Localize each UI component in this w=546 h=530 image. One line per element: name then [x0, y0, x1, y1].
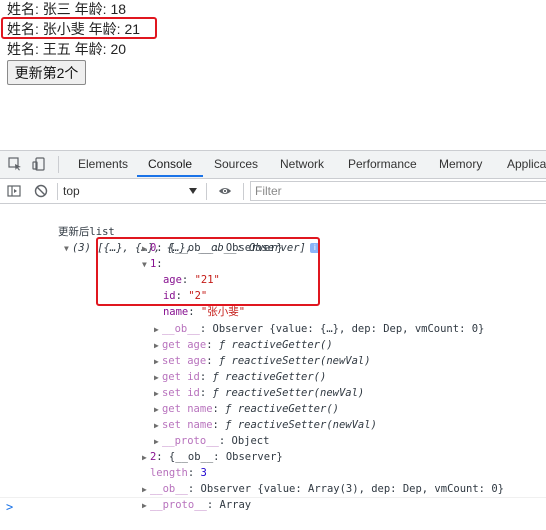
- setter-age[interactable]: ▶ set age: ƒ reactiveSetter(newVal): [116, 337, 371, 367]
- array-length: length: 3: [149, 467, 207, 479]
- eye-icon[interactable]: [218, 184, 232, 198]
- toolbar-divider-2: [206, 183, 207, 200]
- tab-sources[interactable]: Sources: [214, 151, 258, 178]
- console-prompt-line[interactable]: >: [0, 497, 546, 518]
- active-tab-indicator: [137, 175, 203, 177]
- array-ob[interactable]: ▶ __ob__: Observer {value: Array(3), dep:…: [104, 465, 504, 495]
- array-proto[interactable]: ▶ __proto__: Array: [104, 481, 251, 511]
- person-row-1: 姓名: 张三 年龄: 18: [7, 1, 127, 17]
- array-item-2[interactable]: ▶ 2: {__ob__: Observer}: [104, 433, 283, 463]
- tab-console[interactable]: Console: [148, 151, 192, 178]
- setter-name[interactable]: ▶ set name: ƒ reactiveSetter(newVal): [116, 401, 377, 431]
- getter-age[interactable]: ▶ get age: ƒ reactiveGetter(): [116, 321, 333, 351]
- tab-network[interactable]: Network: [280, 151, 324, 178]
- toolbar-divider-3: [243, 183, 244, 200]
- tab-application[interactable]: Applica: [507, 151, 546, 178]
- context-select[interactable]: top: [63, 179, 203, 203]
- highlight-box-person: [1, 17, 157, 39]
- prop-proto-object[interactable]: ▶ __proto__: Object: [116, 417, 270, 447]
- setter-id[interactable]: ▶ set id: ƒ reactiveSetter(newVal): [116, 369, 364, 399]
- devtools-panel: Elements Console Sources Network Perform…: [0, 150, 546, 517]
- console-toolbar: top: [0, 179, 546, 204]
- device-toolbar-icon[interactable]: [32, 157, 46, 171]
- getter-id[interactable]: ▶ get id: ƒ reactiveGetter(): [116, 353, 326, 383]
- tab-memory[interactable]: Memory: [439, 151, 482, 178]
- page-area: 姓名: 张三 年龄: 18 姓名: 张小斐 年龄: 21 姓名: 王五 年龄: …: [0, 0, 546, 150]
- collapse-triangle-icon[interactable]: ▼: [64, 241, 72, 257]
- update-second-button[interactable]: 更新第2个: [7, 60, 86, 85]
- chevron-down-icon: [189, 188, 197, 194]
- toolbar-divider: [57, 183, 58, 200]
- devtools-tabbar: Elements Console Sources Network Perform…: [0, 151, 546, 179]
- tab-performance[interactable]: Performance: [348, 151, 417, 178]
- tab-elements[interactable]: Elements: [78, 151, 128, 178]
- sidebar-toggle-icon[interactable]: [7, 184, 21, 198]
- console-output: 更新后list ▼ (3) [{…}, {…}, {…}, __ob__: Obs…: [0, 204, 546, 511]
- prompt-chevron-icon: >: [6, 500, 14, 514]
- highlight-box-console: [96, 237, 320, 306]
- inspect-element-icon[interactable]: [8, 157, 22, 171]
- person-row-3: 姓名: 王五 年龄: 20: [7, 41, 127, 57]
- context-value: top: [63, 184, 80, 198]
- tabbar-divider: [58, 156, 59, 173]
- console-log-entry[interactable]: 更新后list ▼ (3) [{…}, {…}, {…}, __ob__: Obs…: [20, 208, 320, 254]
- clear-console-icon[interactable]: [34, 184, 48, 198]
- filter-input[interactable]: [250, 181, 546, 201]
- getter-name[interactable]: ▶ get name: ƒ reactiveGetter(): [116, 385, 339, 415]
- prop-ob[interactable]: ▶ __ob__: Observer {value: {…}, dep: Dep,…: [116, 305, 484, 335]
